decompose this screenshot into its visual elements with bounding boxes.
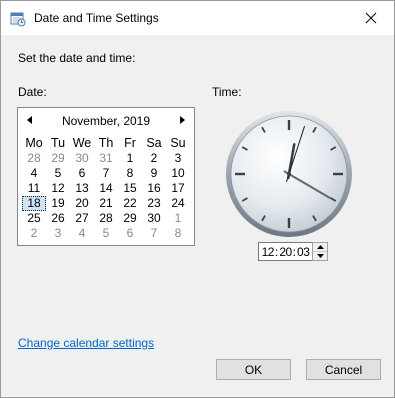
calendar-day[interactable]: 10 xyxy=(166,166,190,181)
calendar-day[interactable]: 2 xyxy=(142,151,166,166)
dialog-heading: Set the date and time: xyxy=(18,51,136,65)
calendar-day[interactable]: 22 xyxy=(118,196,142,211)
calendar-day[interactable]: 13 xyxy=(70,181,94,196)
time-label: Time: xyxy=(212,85,242,99)
date-label: Date: xyxy=(18,85,47,99)
calendar-day[interactable]: 11 xyxy=(22,181,46,196)
time-seconds[interactable]: 03 xyxy=(297,245,310,259)
weekday-header: Mo xyxy=(25,136,43,150)
calendar-day[interactable]: 29 xyxy=(118,211,142,226)
calendar-day[interactable]: 9 xyxy=(142,166,166,181)
calendar-day[interactable]: 21 xyxy=(94,196,118,211)
calendar-day[interactable]: 4 xyxy=(70,226,94,241)
spin-up-icon xyxy=(316,245,324,249)
cancel-button[interactable]: Cancel xyxy=(306,359,381,380)
calendar-day[interactable]: 19 xyxy=(46,196,70,211)
calendar-day[interactable]: 20 xyxy=(70,196,94,211)
calendar-day-grid: Mo Tu We Th Fr Sa Su 28 29 30 31 1 2 3 4 5 6 7 8 9 10 11 12 13 1… xyxy=(22,136,190,241)
clock-center-pin xyxy=(287,172,291,176)
title-bar: Date and Time Settings xyxy=(1,1,394,35)
calendar-day[interactable]: 6 xyxy=(118,226,142,241)
calendar-day[interactable]: 16 xyxy=(142,181,166,196)
calendar-day[interactable]: 23 xyxy=(142,196,166,211)
calendar-day[interactable]: 3 xyxy=(166,151,190,166)
window-title: Date and Time Settings xyxy=(34,11,159,25)
calendar-day[interactable]: 28 xyxy=(94,211,118,226)
next-month-button[interactable] xyxy=(176,114,188,126)
calendar-day[interactable]: 17 xyxy=(166,181,190,196)
calendar-day[interactable]: 1 xyxy=(118,151,142,166)
close-icon xyxy=(365,12,377,24)
time-minutes[interactable]: 20 xyxy=(279,245,292,259)
calendar-day[interactable]: 2 xyxy=(22,226,46,241)
time-spinner xyxy=(312,242,328,261)
calendar-day-selected[interactable]: 18 xyxy=(22,196,46,211)
weekday-header: Su xyxy=(170,136,186,150)
calendar-day[interactable]: 31 xyxy=(94,151,118,166)
calendar-day[interactable]: 8 xyxy=(166,226,190,241)
weekday-header: Sa xyxy=(146,136,162,150)
date-time-dialog: Date and Time Settings Set the date and … xyxy=(0,0,395,398)
time-increment-button[interactable] xyxy=(313,243,327,251)
calendar-day[interactable]: 4 xyxy=(22,166,46,181)
calendar-day[interactable]: 6 xyxy=(70,166,94,181)
change-calendar-settings-link[interactable]: Change calendar settings xyxy=(18,336,154,350)
time-input[interactable]: 12:20:03 xyxy=(258,242,313,261)
calendar-day[interactable]: 25 xyxy=(22,211,46,226)
calendar-day[interactable]: 8 xyxy=(118,166,142,181)
calendar-day[interactable]: 3 xyxy=(46,226,70,241)
close-button[interactable] xyxy=(348,1,394,35)
calendar-day[interactable]: 5 xyxy=(46,166,70,181)
weekday-header: Fr xyxy=(124,136,136,150)
calendar-day[interactable]: 7 xyxy=(94,166,118,181)
weekday-header: We xyxy=(72,136,92,150)
calendar-day[interactable]: 28 xyxy=(22,151,46,166)
spin-down-icon xyxy=(316,254,324,258)
ok-button[interactable]: OK xyxy=(216,359,291,380)
calendar-day[interactable]: 7 xyxy=(142,226,166,241)
calendar: November, 2019 Mo Tu We Th Fr Sa Su 28 29 30 31 1 2 3… xyxy=(17,107,195,246)
calendar-day[interactable]: 29 xyxy=(46,151,70,166)
calendar-day[interactable]: 14 xyxy=(94,181,118,196)
analog-clock xyxy=(226,111,352,237)
calendar-day[interactable]: 30 xyxy=(142,211,166,226)
time-decrement-button[interactable] xyxy=(313,251,327,260)
calendar-month-year[interactable]: November, 2019 xyxy=(18,114,194,128)
calendar-day[interactable]: 30 xyxy=(70,151,94,166)
weekday-header: Tu xyxy=(50,136,66,150)
calendar-day[interactable]: 26 xyxy=(46,211,70,226)
calendar-day[interactable]: 12 xyxy=(46,181,70,196)
weekday-header: Th xyxy=(98,136,114,150)
chevron-right-icon xyxy=(180,116,185,124)
calendar-day[interactable]: 5 xyxy=(94,226,118,241)
calendar-clock-icon xyxy=(10,12,26,27)
calendar-day[interactable]: 1 xyxy=(166,211,190,226)
calendar-day[interactable]: 15 xyxy=(118,181,142,196)
time-hours[interactable]: 12 xyxy=(262,245,275,259)
calendar-day[interactable]: 27 xyxy=(70,211,94,226)
calendar-day[interactable]: 24 xyxy=(166,196,190,211)
